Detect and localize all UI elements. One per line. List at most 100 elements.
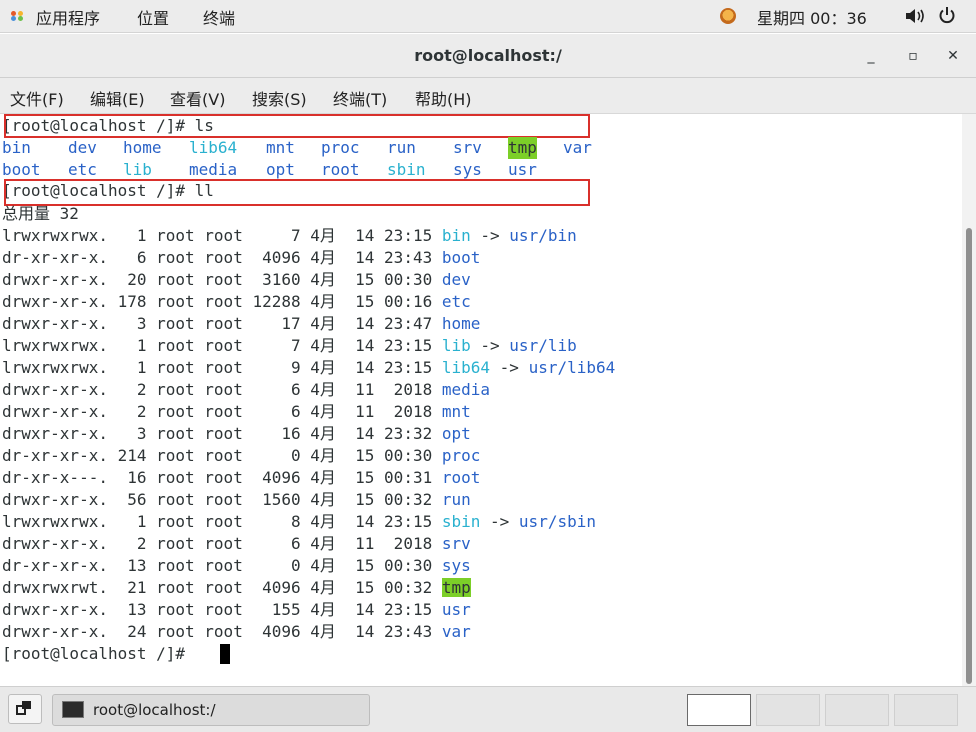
ls-item-mnt: mnt	[266, 138, 295, 157]
scrollbar-thumb[interactable]	[966, 228, 972, 684]
highlight-box	[4, 179, 590, 206]
listing-row: lrwxrwxrwx. 1 root root 9 4月 14 23:15 li…	[2, 357, 615, 379]
symlink-target: usr/bin	[509, 226, 577, 245]
listing-name: mnt	[441, 402, 471, 421]
ls-item-usr: usr	[508, 160, 537, 179]
text-cursor	[220, 644, 230, 664]
ls-item-run: run	[387, 138, 416, 157]
listing-row: drwxr-xr-x. 3 root root 16 4月 14 23:32 o…	[2, 423, 471, 445]
listing-name: lib	[441, 336, 471, 355]
listing-row: drwxr-xr-x. 24 root root 4096 4月 14 23:4…	[2, 621, 471, 643]
bottom-taskbar: root@localhost:/	[0, 686, 976, 732]
listing-name: var	[441, 622, 471, 641]
maximize-button[interactable]: ▫	[904, 48, 922, 64]
close-button[interactable]: ✕	[944, 48, 962, 64]
ls-item-bin: bin	[2, 138, 31, 157]
top-panel: 应用程序 位置 终端 星期四 00：36	[0, 0, 976, 33]
places-menu[interactable]: 位置	[137, 5, 169, 29]
workspace-4[interactable]	[894, 694, 958, 726]
listing-row: drwxr-xr-x. 2 root root 6 4月 11 2018 med…	[2, 379, 490, 401]
listing-name: bin	[441, 226, 471, 245]
listing-row: drwxr-xr-x. 20 root root 3160 4月 15 00:3…	[2, 269, 471, 291]
terminal-icon	[62, 701, 84, 718]
listing-meta: dr-xr-xr-x. 6 root root 4096 4月 14 23:43	[2, 248, 442, 267]
listing-meta: drwxrwxrwt. 21 root root 4096 4月 15 00:3…	[2, 578, 442, 597]
listing-row: drwxr-xr-x. 178 root root 12288 4月 15 00…	[2, 291, 471, 313]
listing-name: sbin	[441, 512, 481, 531]
listing-name: boot	[441, 248, 481, 267]
listing-meta: lrwxrwxrwx. 1 root root 9 4月 14 23:15	[2, 358, 442, 377]
clock[interactable]: 星期四 00：36	[757, 5, 867, 29]
total-line: 总用量 32	[2, 204, 79, 223]
menu-terminal[interactable]: 终端(T)	[333, 86, 387, 110]
symlink-target: usr/lib	[509, 336, 577, 355]
symlink-arrow: ->	[470, 226, 510, 245]
listing-row: lrwxrwxrwx. 1 root root 8 4月 14 23:15 sb…	[2, 511, 596, 533]
applications-icon	[11, 11, 23, 21]
menu-file[interactable]: 文件(F)	[10, 86, 64, 110]
listing-meta: drwxr-xr-x. 13 root root 155 4月 14 23:15	[2, 600, 442, 619]
menu-view[interactable]: 查看(V)	[170, 86, 225, 110]
symlink-arrow: ->	[480, 512, 519, 531]
listing-row: lrwxrwxrwx. 1 root root 7 4月 14 23:15 bi…	[2, 225, 577, 247]
symlink-target: usr/lib64	[528, 358, 616, 377]
listing-row: drwxr-xr-x. 56 root root 1560 4月 15 00:3…	[2, 489, 471, 511]
applications-menu[interactable]: 应用程序	[36, 5, 100, 29]
show-desktop-icon	[16, 701, 31, 715]
listing-meta: drwxr-xr-x. 178 root root 12288 4月 15 00…	[2, 292, 442, 311]
weather-icon[interactable]	[720, 8, 736, 24]
listing-name: lib64	[441, 358, 491, 377]
symlink-arrow: ->	[490, 358, 529, 377]
workspace-1[interactable]	[687, 694, 751, 726]
terminal-scrollbar[interactable]	[962, 114, 976, 686]
listing-row: dr-xr-xr-x. 214 root root 0 4月 15 00:30 …	[2, 445, 480, 467]
listing-name: proc	[441, 446, 481, 465]
symlink-target: usr/sbin	[518, 512, 596, 531]
terminal-output[interactable]: [root@localhost /]# ls bin dev home lib64 mn…	[0, 114, 962, 686]
menu-help[interactable]: 帮助(H)	[415, 86, 472, 110]
ls-item-lib: lib	[123, 160, 152, 179]
terminal-app-menu[interactable]: 终端	[203, 5, 235, 29]
ls-item-home: home	[123, 138, 162, 157]
menu-edit[interactable]: 编辑(E)	[90, 86, 145, 110]
workspace-2[interactable]	[756, 694, 820, 726]
minimize-button[interactable]: _	[862, 48, 880, 64]
listing-name: home	[441, 314, 481, 333]
listing-meta: drwxr-xr-x. 24 root root 4096 4月 14 23:4…	[2, 622, 442, 641]
listing-name: root	[441, 468, 481, 487]
power-icon[interactable]	[938, 6, 956, 24]
listing-name: dev	[441, 270, 471, 289]
listing-name: sys	[441, 556, 471, 575]
listing-name: etc	[441, 292, 471, 311]
listing-meta: drwxr-xr-x. 2 root root 6 4月 11 2018	[2, 402, 442, 421]
listing-meta: drwxr-xr-x. 3 root root 16 4月 14 23:32	[2, 424, 442, 443]
window-titlebar[interactable]: root@localhost:/ _ ▫ ✕	[0, 34, 976, 78]
workspace-3[interactable]	[825, 694, 889, 726]
listing-meta: drwxr-xr-x. 20 root root 3160 4月 15 00:3…	[2, 270, 442, 289]
ls-item-sys: sys	[453, 160, 482, 179]
listing-row: drwxr-xr-x. 2 root root 6 4月 11 2018 mnt	[2, 401, 471, 423]
listing-meta: drwxr-xr-x. 2 root root 6 4月 11 2018	[2, 380, 442, 399]
ls-item-root: root	[321, 160, 360, 179]
listing-name: media	[441, 380, 491, 399]
listing-name: usr	[441, 600, 471, 619]
listing-name: run	[441, 490, 471, 509]
listing-row: drwxr-xr-x. 13 root root 155 4月 14 23:15…	[2, 599, 471, 621]
ls-item-etc: etc	[68, 160, 97, 179]
menubar: 文件(F) 编辑(E) 查看(V) 搜索(S) 终端(T) 帮助(H)	[0, 78, 976, 114]
menu-search[interactable]: 搜索(S)	[252, 86, 307, 110]
listing-meta: dr-xr-xr-x. 214 root root 0 4月 15 00:30	[2, 446, 442, 465]
show-desktop-button[interactable]	[8, 694, 42, 724]
listing-row: drwxr-xr-x. 3 root root 17 4月 14 23:47 h…	[2, 313, 480, 335]
listing-name: tmp	[441, 578, 471, 597]
ls-item-srv: srv	[453, 138, 482, 157]
ls-item-lib64: lib64	[189, 138, 238, 157]
ls-item-sbin: sbin	[387, 160, 426, 179]
listing-row: drwxrwxrwt. 21 root root 4096 4月 15 00:3…	[2, 577, 471, 599]
listing-meta: lrwxrwxrwx. 1 root root 8 4月 14 23:15	[2, 512, 442, 531]
ls-item-var: var	[563, 138, 592, 157]
taskbar-window-button[interactable]: root@localhost:/	[52, 694, 370, 726]
window-title: root@localhost:/	[414, 46, 562, 65]
listing-meta: lrwxrwxrwx. 1 root root 7 4月 14 23:15	[2, 336, 442, 355]
volume-icon[interactable]	[906, 9, 926, 23]
